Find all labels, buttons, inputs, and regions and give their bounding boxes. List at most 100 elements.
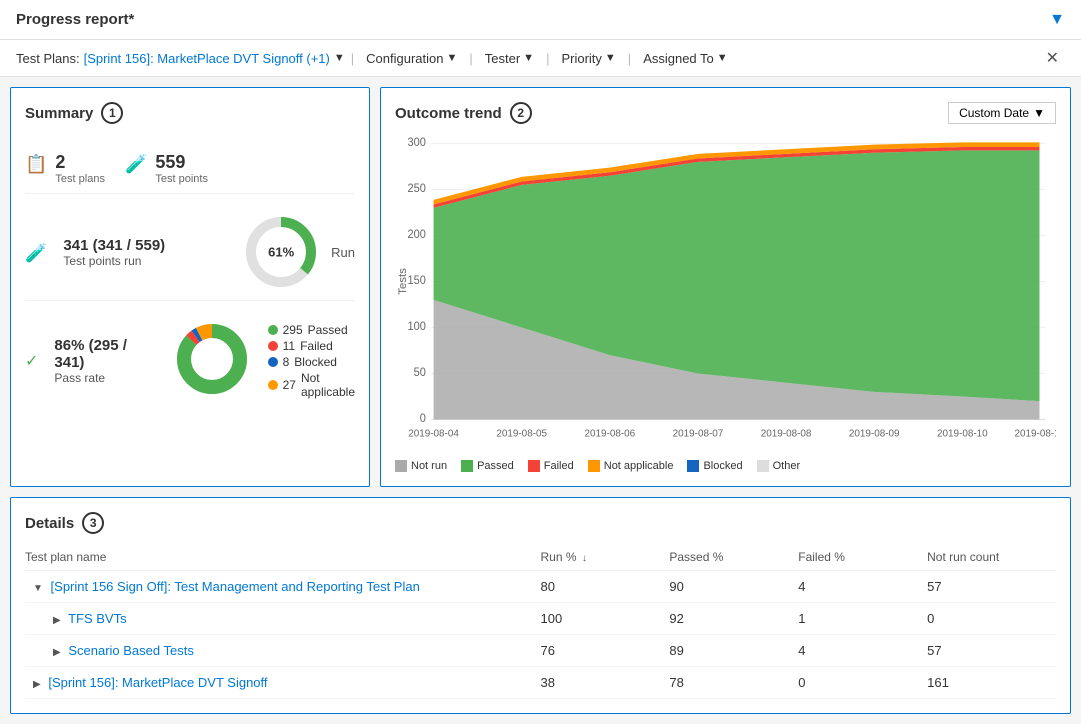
- test-points-count: 559: [155, 152, 208, 173]
- other-chart-legend: Other: [757, 460, 801, 472]
- svg-text:200: 200: [407, 229, 425, 241]
- pass-rate-legend: 295 Passed 11 Failed 8 Blocked: [268, 323, 355, 399]
- row-not-run-count: 57: [927, 571, 1056, 603]
- priority-chevron: ▼: [605, 52, 616, 64]
- configuration-chevron: ▼: [446, 52, 457, 64]
- row-passed-pct: 90: [669, 571, 798, 603]
- details-table-body: ▼ [Sprint 156 Sign Off]: Test Management…: [25, 571, 1056, 699]
- details-header: Details 3: [25, 512, 1056, 534]
- passed-chart-rect: [461, 460, 473, 472]
- table-row: ▶ TFS BVTs 100 92 1 0: [25, 603, 1056, 635]
- blocked-dot: [268, 357, 278, 367]
- other-chart-label: Other: [773, 460, 801, 472]
- configuration-filter-label: Configuration: [366, 51, 443, 66]
- outcome-title: Outcome trend: [395, 105, 502, 122]
- passed-dot: [268, 325, 278, 335]
- svg-text:Tests: Tests: [397, 268, 409, 295]
- svg-text:2019-08-06: 2019-08-06: [584, 429, 635, 440]
- details-header-row: Test plan name Run % ↓ Passed % Failed %…: [25, 544, 1056, 571]
- priority-filter-label: Priority: [561, 51, 601, 66]
- svg-text:2019-08-11: 2019-08-11: [1015, 429, 1056, 440]
- svg-text:0: 0: [420, 413, 426, 425]
- outcome-badge: 2: [510, 102, 532, 124]
- expand-icon[interactable]: ▼: [33, 583, 43, 594]
- main-content: Summary 1 📋 2 Test plans 🧪 559 Test poin: [0, 77, 1081, 724]
- expand-icon[interactable]: ▶: [53, 647, 61, 658]
- not-applicable-count: 27: [283, 378, 296, 392]
- other-chart-rect: [757, 460, 769, 472]
- run-label: Run: [331, 245, 355, 260]
- summary-stats-row: 📋 2 Test plans 🧪 559 Test points: [25, 144, 355, 194]
- row-failed-pct: 0: [798, 667, 927, 699]
- summary-bottom-row: ✓ 86% (295 / 341) Pass rate: [25, 311, 355, 410]
- test-points-stat: 🧪 559 Test points: [125, 152, 208, 185]
- passed-chart-legend: Passed: [461, 460, 514, 472]
- test-plans-filter-label: Test Plans:: [16, 51, 80, 66]
- blocked-label: Blocked: [294, 355, 337, 369]
- svg-text:300: 300: [407, 137, 425, 149]
- table-row: ▶ [Sprint 156]: MarketPlace DVT Signoff …: [25, 667, 1056, 699]
- failed-label: Failed: [300, 339, 333, 353]
- test-plans-label: Test plans: [55, 173, 105, 185]
- failed-dot: [268, 341, 278, 351]
- col-failed-pct: Failed %: [798, 544, 927, 571]
- row-name: [Sprint 156 Sign Off]: Test Management a…: [51, 579, 420, 594]
- outcome-chart: 300 250 200 150 100 50 0 Tests: [395, 132, 1056, 454]
- failed-count: 11: [283, 339, 295, 353]
- row-name: Scenario Based Tests: [68, 643, 194, 658]
- test-points-label: Test points: [155, 173, 208, 185]
- not-run-chart-label: Not run: [411, 460, 447, 472]
- configuration-filter[interactable]: Configuration ▼: [360, 49, 463, 68]
- row-name-cell[interactable]: ▶ TFS BVTs: [25, 603, 541, 635]
- row-passed-pct: 89: [669, 635, 798, 667]
- svg-text:2019-08-05: 2019-08-05: [496, 429, 547, 440]
- expand-icon[interactable]: ▶: [53, 615, 61, 626]
- row-not-run-count: 161: [927, 667, 1056, 699]
- row-run-pct: 80: [541, 571, 670, 603]
- filter-bar: Test Plans: [Sprint 156]: MarketPlace DV…: [0, 40, 1081, 77]
- chart-area: 300 250 200 150 100 50 0 Tests: [395, 132, 1056, 454]
- test-plans-stat: 📋 2 Test plans: [25, 152, 105, 185]
- not-applicable-dot: [268, 380, 278, 390]
- row-name-cell[interactable]: ▼ [Sprint 156 Sign Off]: Test Management…: [25, 571, 541, 603]
- not-applicable-chart-label: Not applicable: [604, 460, 674, 472]
- tester-filter[interactable]: Tester ▼: [479, 49, 540, 68]
- not-run-rect: [395, 460, 407, 472]
- svg-text:2019-08-04: 2019-08-04: [408, 429, 459, 440]
- test-plans-chevron[interactable]: ▼: [334, 52, 345, 64]
- details-badge: 3: [82, 512, 104, 534]
- outcome-title-area: Outcome trend 2: [395, 102, 532, 124]
- custom-date-chevron: ▼: [1033, 106, 1045, 120]
- row-name-cell[interactable]: ▶ Scenario Based Tests: [25, 635, 541, 667]
- priority-filter[interactable]: Priority ▼: [555, 49, 621, 68]
- test-plans-filter-value[interactable]: [Sprint 156]: MarketPlace DVT Signoff (+…: [84, 51, 330, 66]
- expand-icon[interactable]: ▶: [33, 679, 41, 690]
- custom-date-label: Custom Date: [959, 106, 1029, 120]
- row-not-run-count: 57: [927, 635, 1056, 667]
- pass-rate-label: Pass rate: [54, 371, 135, 385]
- run-icon: 🧪: [25, 243, 47, 264]
- col-run-pct[interactable]: Run % ↓: [541, 544, 670, 571]
- row-name-cell[interactable]: ▶ [Sprint 156]: MarketPlace DVT Signoff: [25, 667, 541, 699]
- row-run-pct: 100: [541, 603, 670, 635]
- pass-rate-number: 86% (295 / 341): [54, 337, 135, 371]
- filter-close-button[interactable]: ✕: [1040, 46, 1065, 70]
- svg-text:2019-08-09: 2019-08-09: [849, 429, 900, 440]
- table-row: ▶ Scenario Based Tests 76 89 4 57: [25, 635, 1056, 667]
- test-plans-icon: 📋: [25, 154, 47, 175]
- assigned-to-chevron: ▼: [717, 52, 728, 64]
- failed-chart-label: Failed: [544, 460, 574, 472]
- passed-legend-item: 295 Passed: [268, 323, 355, 337]
- outcome-card: Outcome trend 2 Custom Date ▼ 300 250 20…: [380, 87, 1071, 487]
- app-header: Progress report* ▼: [0, 0, 1081, 40]
- filter-icon[interactable]: ▼: [1049, 11, 1065, 29]
- row-failed-pct: 4: [798, 571, 927, 603]
- test-points-run-label: Test points run: [63, 254, 165, 268]
- assigned-to-filter[interactable]: Assigned To ▼: [637, 49, 733, 68]
- summary-middle-row: 🧪 341 (341 / 559) Test points run 61%: [25, 204, 355, 301]
- failed-chart-legend: Failed: [528, 460, 574, 472]
- table-row: ▼ [Sprint 156 Sign Off]: Test Management…: [25, 571, 1056, 603]
- row-failed-pct: 4: [798, 635, 927, 667]
- custom-date-button[interactable]: Custom Date ▼: [948, 102, 1056, 124]
- assigned-to-filter-label: Assigned To: [643, 51, 714, 66]
